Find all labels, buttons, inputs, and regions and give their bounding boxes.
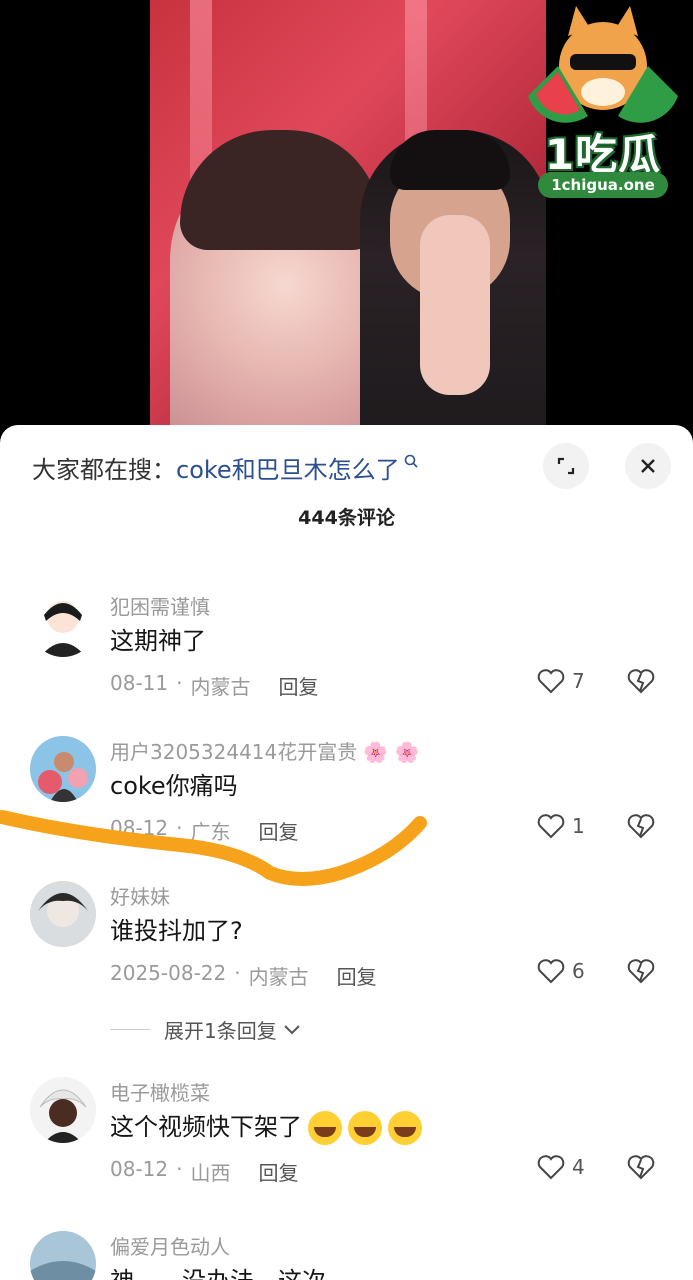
comment-meta: 08-11 · 内蒙古 回复 <box>110 671 319 700</box>
comment-count: 444条评论 <box>298 507 395 529</box>
broken-heart-icon <box>627 814 655 839</box>
broken-heart-icon <box>627 959 655 984</box>
comment-text: 神……没办法，这次 <box>110 1261 326 1280</box>
reply-button[interactable]: 回复 <box>337 961 377 990</box>
broken-heart-icon <box>627 1155 655 1180</box>
video-player[interactable] <box>150 0 546 440</box>
like-count: 7 <box>572 669 585 693</box>
comment-date: 2025-08-22 <box>110 961 227 985</box>
hot-search-suggestion[interactable]: 大家都在搜： coke和巴旦木怎么了 <box>32 449 418 485</box>
search-icon <box>404 452 418 473</box>
broken-heart-icon <box>627 669 655 694</box>
divider-line <box>110 1029 150 1030</box>
dislike-button[interactable] <box>626 667 656 699</box>
heart-icon <box>537 959 565 984</box>
comment-location: 广东 <box>190 820 231 844</box>
close-icon <box>641 459 655 473</box>
comment-location: 内蒙古 <box>190 675 251 699</box>
expand-button[interactable] <box>543 443 589 489</box>
highlight-underline <box>0 810 427 886</box>
comment-date: 08-11 <box>110 671 169 695</box>
reply-button[interactable]: 回复 <box>258 1157 298 1186</box>
comment-sheet: 大家都在搜： coke和巴旦木怎么了 444条评论 犯困需谨慎 这期神了 08-… <box>0 425 693 1280</box>
like-button[interactable]: 4 <box>536 1153 585 1181</box>
avatar[interactable] <box>30 1231 96 1280</box>
like-count: 1 <box>572 814 585 838</box>
hot-search-query[interactable]: coke和巴旦木怎么了 <box>176 450 400 485</box>
comment-text: 这个视频快下架了 <box>110 1107 422 1145</box>
hot-search-label: 大家都在搜： <box>32 455 176 484</box>
fox-mascot-icon <box>528 6 678 123</box>
comment-text: 这期神了 <box>110 627 206 655</box>
avatar[interactable] <box>30 591 96 657</box>
comment-text: coke你痛吗 <box>110 772 238 800</box>
comment-meta: 2025-08-22 · 内蒙古 回复 <box>110 961 377 990</box>
avatar[interactable] <box>30 881 96 947</box>
comment-text-body: 这个视频快下架了 <box>110 1113 302 1141</box>
expand-icon <box>557 457 575 475</box>
comment-text: 谁投抖加了? <box>110 917 243 945</box>
like-button[interactable]: 6 <box>536 957 585 985</box>
heart-icon <box>537 669 565 694</box>
comment-username[interactable]: 好妹妹 <box>110 881 170 910</box>
comment-date: 08-12 <box>110 816 169 840</box>
username-text: 用户3205324414花开富贵 <box>110 740 358 764</box>
expand-replies-label: 展开1条回复 <box>164 1019 277 1043</box>
watermark-logo: 1吃瓜 1chigua.one <box>518 6 688 211</box>
video-hands <box>420 215 490 395</box>
like-button[interactable]: 7 <box>536 667 585 695</box>
avatar[interactable] <box>30 736 96 802</box>
like-count: 6 <box>572 959 585 983</box>
reply-button[interactable]: 回复 <box>278 671 318 700</box>
reply-button[interactable]: 回复 <box>258 816 298 845</box>
expand-replies-button[interactable]: 展开1条回复 <box>110 1015 301 1044</box>
comment-meta: 08-12 · 山西 回复 <box>110 1157 299 1186</box>
flower-decoration: 🌸 🌸 <box>363 740 420 764</box>
chevron-down-icon <box>284 1024 300 1034</box>
dislike-button[interactable] <box>626 812 656 844</box>
dislike-button[interactable] <box>626 1153 656 1185</box>
like-count: 4 <box>572 1155 585 1179</box>
logo-domain: 1chigua.one <box>538 172 668 198</box>
avatar[interactable] <box>30 1077 96 1143</box>
crying-emoji-icon <box>348 1111 382 1145</box>
comment-username[interactable]: 偏爱月色动人 <box>110 1231 230 1260</box>
heart-icon <box>537 814 565 839</box>
comment-location: 内蒙古 <box>248 965 309 989</box>
comment-date: 08-12 <box>110 1157 169 1181</box>
crying-emoji-icon <box>388 1111 422 1145</box>
comment-meta: 08-12 · 广东 回复 <box>110 816 299 845</box>
heart-icon <box>537 1155 565 1180</box>
dislike-button[interactable] <box>626 957 656 989</box>
like-button[interactable]: 1 <box>536 812 585 840</box>
close-button[interactable] <box>625 443 671 489</box>
comment-username[interactable]: 犯困需谨慎 <box>110 591 210 620</box>
comment-location: 山西 <box>190 1161 231 1185</box>
comment-username[interactable]: 电子橄榄菜 <box>110 1077 210 1106</box>
comment-username[interactable]: 用户3205324414花开富贵 🌸 🌸 <box>110 736 419 765</box>
crying-emoji-icon <box>308 1111 342 1145</box>
